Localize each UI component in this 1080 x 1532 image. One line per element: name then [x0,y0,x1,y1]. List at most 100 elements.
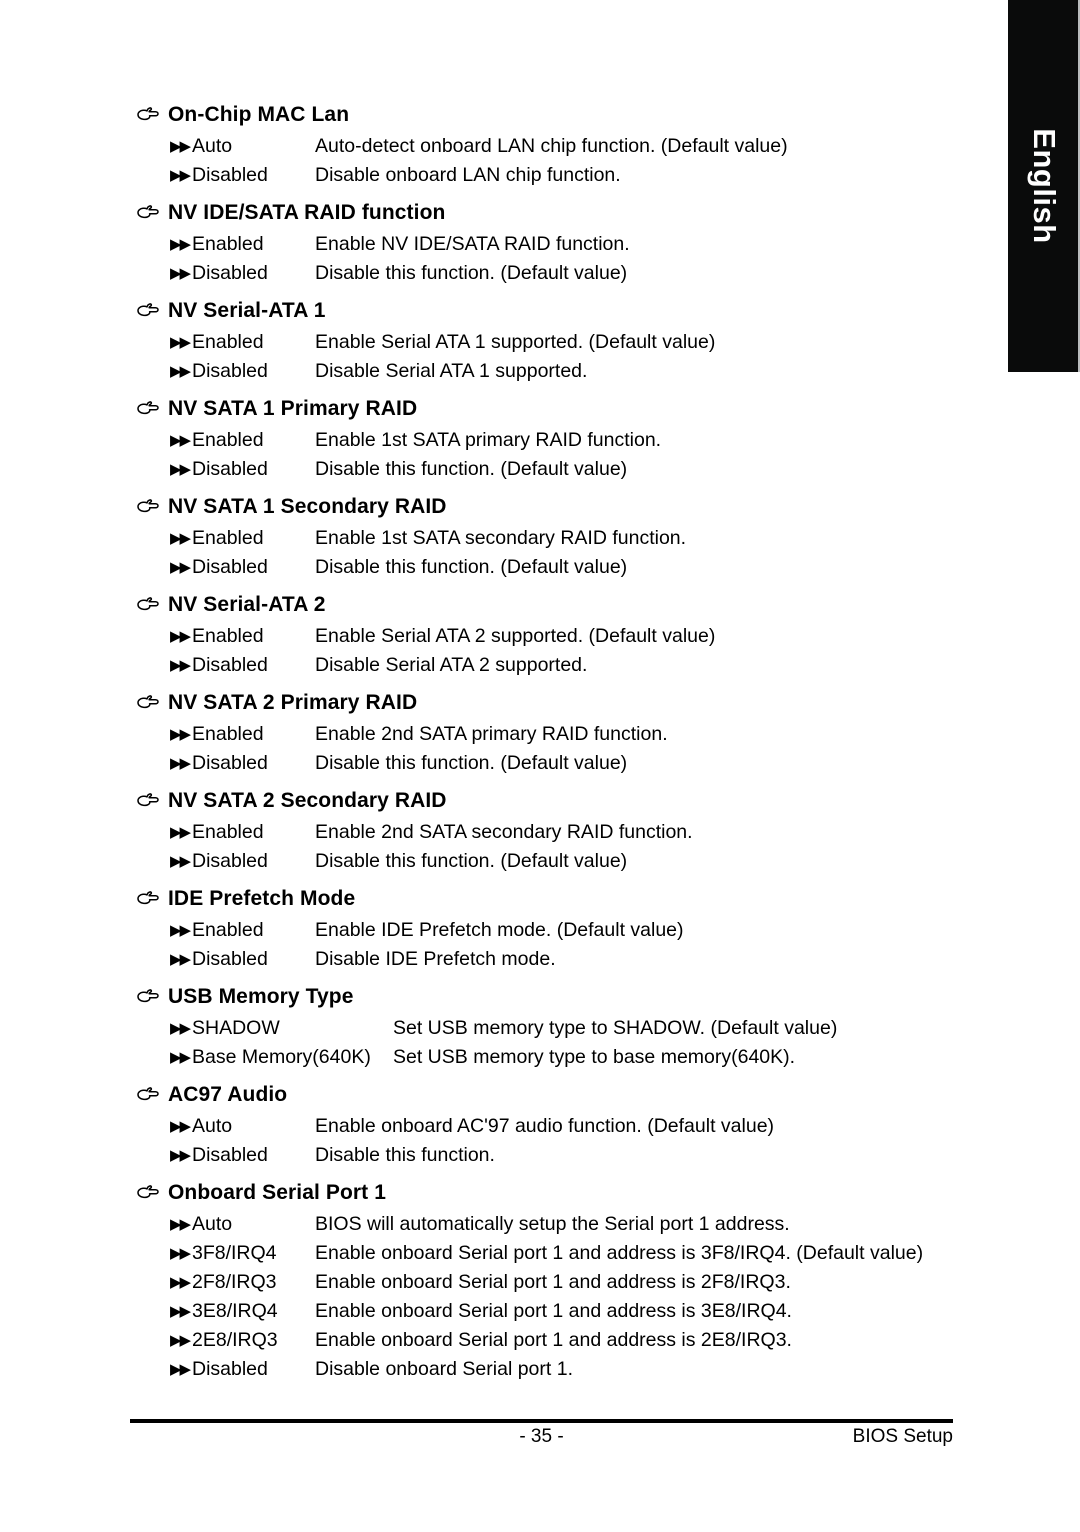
footer-section-label: BIOS Setup [852,1426,953,1447]
pointing-hand-icon [136,887,160,909]
option-row: ▶▶ Enabled Enable Serial ATA 1 supported. … [0,328,1008,357]
double-right-arrow-icon: ▶▶ [170,265,191,282]
option-list: ▶▶ Enabled Enable IDE Prefetch mode. (Defa… [0,916,1008,974]
setting-block: USB Memory Type ▶▶ SHADOW Set USB memory ty… [0,982,1008,1072]
footer-divider [130,1419,953,1424]
option-row: ▶▶ Disabled Disable Serial ATA 1 supported… [0,357,1008,386]
double-right-arrow-icon: ▶▶ [170,1274,191,1291]
document-page: On-Chip MAC Lan ▶▶ Auto Auto-detect onboard… [0,0,1008,1532]
option-description: Disable Serial ATA 2 supported. [315,654,588,676]
option-row: ▶▶ Enabled Enable 2nd SATA primary RAID fu… [0,720,1008,749]
setting-title-text: NV SATA 1 Primary RAID [168,397,418,420]
option-row: ▶▶ 2E8/IRQ3 Enable onboard Serial port 1 a… [0,1326,1008,1355]
option-description: Enable onboard AC'97 audio function. (De… [315,1115,775,1137]
option-row: ▶▶ 3E8/IRQ4 Enable onboard Serial port 1 a… [0,1297,1008,1326]
option-description: Enable NV IDE/SATA RAID function. [315,233,630,255]
option-row: ▶▶ Enabled Enable Serial ATA 2 supported. … [0,622,1008,651]
setting-title-text: Onboard Serial Port 1 [168,1181,386,1204]
option-value-label: Disabled [192,654,268,676]
option-row: ▶▶ Disabled Disable this function. (Defaul… [0,749,1008,778]
setting-block: NV IDE/SATA RAID function ▶▶ Enabled Enable… [0,198,1008,288]
option-row: ▶▶ Disabled Disable Serial ATA 2 supported… [0,651,1008,680]
double-right-arrow-icon: ▶▶ [170,922,191,939]
option-description: BIOS will automatically setup the Serial… [315,1213,790,1235]
option-row: ▶▶ Auto Enable onboard AC'97 audio functio… [0,1112,1008,1141]
option-description: Disable this function. [315,1144,495,1166]
double-right-arrow-icon: ▶▶ [170,461,191,478]
option-description: Enable Serial ATA 1 supported. (Default … [315,331,716,353]
setting-block: On-Chip MAC Lan ▶▶ Auto Auto-detect onboard… [0,100,1008,190]
setting-title-text: NV SATA 2 Primary RAID [168,691,418,714]
option-value-label: Disabled [192,458,268,480]
option-value-label: Disabled [192,262,268,284]
setting-title-text: IDE Prefetch Mode [168,887,356,910]
option-list: ▶▶ Enabled Enable NV IDE/SATA RAID functio… [0,230,1008,288]
setting-title: On-Chip MAC Lan [0,100,1008,130]
pointing-hand-icon [136,299,160,321]
double-right-arrow-icon: ▶▶ [170,755,191,772]
settings-list: On-Chip MAC Lan ▶▶ Auto Auto-detect onboard… [0,100,1008,1392]
option-value-label: 2E8/IRQ3 [192,1329,278,1351]
option-value-label: Enabled [192,625,264,647]
option-row: ▶▶ Enabled Enable IDE Prefetch mode. (Defa… [0,916,1008,945]
pointing-hand-icon [136,1083,160,1105]
option-description: Auto-detect onboard LAN chip function. (… [315,135,788,157]
option-value-label: Base Memory(640K) [192,1046,371,1068]
option-row: ▶▶ Disabled Disable this function. (Defaul… [0,455,1008,484]
setting-title: USB Memory Type [0,982,1008,1012]
option-value-label: Disabled [192,360,268,382]
setting-title-text: USB Memory Type [168,985,354,1008]
option-list: ▶▶ Enabled Enable Serial ATA 2 supported. … [0,622,1008,680]
double-right-arrow-icon: ▶▶ [170,1303,191,1320]
option-value-label: Auto [192,135,233,157]
option-description: Enable 2nd SATA primary RAID function. [315,723,668,745]
option-list: ▶▶ Enabled Enable 1st SATA secondary RAID … [0,524,1008,582]
option-value-label: Enabled [192,331,264,353]
option-value-label: 3E8/IRQ4 [192,1300,278,1322]
option-row: ▶▶ 2F8/IRQ3 Enable onboard Serial port 1 a… [0,1268,1008,1297]
double-right-arrow-icon: ▶▶ [170,1361,191,1378]
double-right-arrow-icon: ▶▶ [170,628,191,645]
setting-title: NV Serial-ATA 2 [0,590,1008,620]
setting-title: NV IDE/SATA RAID function [0,198,1008,228]
double-right-arrow-icon: ▶▶ [170,432,191,449]
option-row: ▶▶ Base Memory(640K) Set USB memory type t… [0,1043,1008,1072]
setting-title: NV SATA 2 Primary RAID [0,688,1008,718]
option-description: Set USB memory type to SHADOW. (Default … [393,1017,838,1039]
setting-title-text: AC97 Audio [168,1083,288,1106]
option-description: Disable this function. (Default value) [315,752,628,774]
option-description: Enable Serial ATA 2 supported. (Default … [315,625,716,647]
option-description: Enable 1st SATA secondary RAID function. [315,527,687,549]
pointing-hand-icon [136,691,160,713]
option-description: Disable this function. (Default value) [315,458,628,480]
language-tab-label: English [1027,128,1062,244]
setting-block: NV SATA 2 Primary RAID ▶▶ Enabled Enable 2n… [0,688,1008,778]
pointing-hand-icon [136,789,160,811]
option-row: ▶▶ Auto Auto-detect onboard LAN chip funct… [0,132,1008,161]
setting-block: NV Serial-ATA 2 ▶▶ Enabled Enable Serial AT… [0,590,1008,680]
option-value-label: SHADOW [192,1017,280,1039]
setting-block: NV SATA 2 Secondary RAID ▶▶ Enabled Enable … [0,786,1008,876]
setting-block: AC97 Audio ▶▶ Auto Enable onboard AC'97 aud… [0,1080,1008,1170]
double-right-arrow-icon: ▶▶ [170,1332,191,1349]
option-value-label: Disabled [192,850,268,872]
setting-title: NV SATA 2 Secondary RAID [0,786,1008,816]
language-tab: English [1008,0,1080,372]
option-row: ▶▶ Disabled Disable this function. (Defaul… [0,259,1008,288]
setting-block: IDE Prefetch Mode ▶▶ Enabled Enable IDE Pre… [0,884,1008,974]
setting-title-text: NV Serial-ATA 2 [168,593,326,616]
option-value-label: Enabled [192,821,264,843]
double-right-arrow-icon: ▶▶ [170,1020,191,1037]
double-right-arrow-icon: ▶▶ [170,363,191,380]
pointing-hand-icon [136,1181,160,1203]
option-list: ▶▶ Auto BIOS will automatically setup the … [0,1210,1008,1384]
double-right-arrow-icon: ▶▶ [170,951,191,968]
option-description: Disable onboard Serial port 1. [315,1358,573,1380]
option-row: ▶▶ Disabled Disable this function. (Defaul… [0,847,1008,876]
pointing-hand-icon [136,593,160,615]
option-description: Disable this function. (Default value) [315,262,628,284]
option-value-label: Disabled [192,948,268,970]
option-list: ▶▶ Enabled Enable 2nd SATA primary RAID fu… [0,720,1008,778]
option-description: Set USB memory type to base memory(640K)… [393,1046,796,1068]
double-right-arrow-icon: ▶▶ [170,334,191,351]
